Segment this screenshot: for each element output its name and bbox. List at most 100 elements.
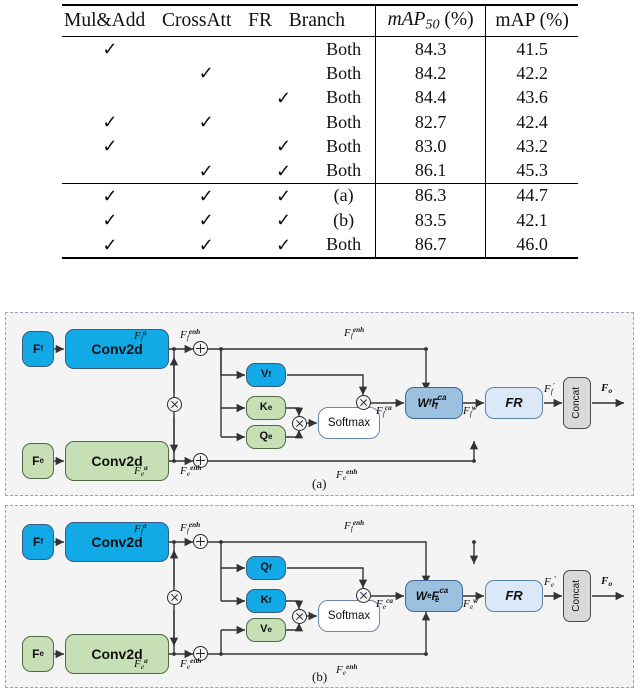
node-ff-sub: f xyxy=(40,536,43,546)
node-k-label: K xyxy=(260,594,269,607)
cell-map: 45.3 xyxy=(485,158,578,184)
label-fenh-top: Ffenh xyxy=(180,521,201,536)
node-ff-label: F xyxy=(32,341,41,356)
label-fenh-bot: Feenh xyxy=(180,657,202,672)
table-row: ✓ Both 84.4 43.6 xyxy=(62,85,578,110)
cell-mul-add: ✓ xyxy=(102,210,118,231)
header-branch: Branch xyxy=(288,10,346,31)
cell-crossatt: ✓ xyxy=(198,210,214,231)
label-fo: Fo xyxy=(601,382,613,396)
cell-mul-add: ✓ xyxy=(102,234,118,255)
cell-map: 41.5 xyxy=(485,37,578,62)
node-conv2d-bot: Conv2d xyxy=(65,441,169,481)
label-fenh-top-long: Ffenh xyxy=(344,326,365,341)
cell-fr: ✓ xyxy=(275,160,292,181)
header-fr: FR xyxy=(248,10,272,31)
node-fe-sub: e xyxy=(39,648,44,658)
label-fa-bot: Fea xyxy=(134,464,148,479)
node-q: Qe xyxy=(246,425,286,449)
header-map50-text: mAP xyxy=(387,8,426,30)
cell-mul-add: ✓ xyxy=(102,39,118,60)
op-multiply-fusion xyxy=(167,590,182,605)
cell-map: 46.0 xyxy=(485,232,578,258)
op-multiply-attn-v xyxy=(356,395,371,410)
label-fo: Fo xyxy=(601,575,613,589)
cell-map50: 83.0 xyxy=(374,134,486,159)
node-concat-label: Concat xyxy=(570,387,582,419)
node-k-sub: f xyxy=(268,595,272,605)
label-fw: Few xyxy=(463,597,478,612)
cell-mul-add xyxy=(62,86,158,110)
header-map50-sub: 50 xyxy=(425,16,440,33)
cell-branch: (b) xyxy=(333,209,355,230)
node-q: Qf xyxy=(246,556,286,580)
cell-map50: 84.4 xyxy=(374,85,486,110)
cell-map50: 84.3 xyxy=(374,37,486,62)
node-fe-label: F xyxy=(32,646,40,661)
node-conv2d-bot: Conv2d xyxy=(65,634,169,674)
node-fr: FR xyxy=(485,387,543,419)
node-weight-block: Wf Ff ca xyxy=(405,387,463,419)
label-fca: Feca xyxy=(376,597,393,612)
table-row: ✓ ✓ ✓ (b) 83.5 42.1 xyxy=(62,208,578,233)
label-fenh-top: Ffenh xyxy=(180,328,201,343)
op-multiply-attn-v xyxy=(356,588,371,603)
node-v: Vf xyxy=(246,363,286,387)
op-multiply-qk xyxy=(292,609,307,624)
cell-fr xyxy=(255,61,313,85)
header-map50: mAP50 (%) xyxy=(374,6,486,37)
table-row: ✓ Both 84.3 41.5 xyxy=(62,37,578,62)
label-fenh-top-long: Ffenh xyxy=(344,519,365,534)
header-mul-add: Mul&Add xyxy=(64,10,146,31)
node-ff: Ff xyxy=(22,524,54,560)
label-fenh-bot: Feenh xyxy=(180,464,202,479)
cell-branch: (a) xyxy=(333,185,354,206)
cell-fr: ✓ xyxy=(275,210,292,231)
label-fa-top: Ffa xyxy=(134,522,147,537)
node-q-label: Q xyxy=(259,430,269,443)
node-k: Kf xyxy=(246,589,286,613)
cell-fr: ✓ xyxy=(275,136,292,157)
table-row: ✓ ✓ Both 86.1 45.3 xyxy=(62,158,578,184)
cell-crossatt: ✓ xyxy=(198,234,214,255)
node-q-sub: e xyxy=(268,431,273,441)
label-fenh-bot-long: Feenh xyxy=(336,468,358,483)
diagram-panel-b: Ff Conv2d Fe Conv2d Qf Kf Ve Softmax WeF… xyxy=(5,505,634,688)
node-k-sub: e xyxy=(267,402,273,412)
cell-map: 42.1 xyxy=(485,208,578,233)
label-f-prime: Ff′ xyxy=(544,382,555,397)
cell-map: 43.2 xyxy=(485,134,578,159)
node-softmax: Softmax xyxy=(318,600,380,632)
cell-map50: 83.5 xyxy=(374,208,486,233)
node-v-sub: f xyxy=(268,369,271,379)
cell-branch: Both xyxy=(326,62,362,83)
label-fa-top: Ffa xyxy=(134,329,147,344)
op-multiply-fusion xyxy=(167,397,182,412)
node-v-label: V xyxy=(260,623,268,636)
label-fa-bot: Fea xyxy=(134,657,148,672)
node-q-label: Q xyxy=(260,561,269,574)
label-fw: Ffw xyxy=(463,404,477,419)
node-conv2d-top: Conv2d xyxy=(65,522,169,562)
label-f-prime: Fe′ xyxy=(544,575,557,590)
node-concat-label: Concat xyxy=(570,580,582,612)
node-v: Ve xyxy=(246,618,286,642)
diagram-b-canvas: Ff Conv2d Fe Conv2d Qf Kf Ve Softmax WeF… xyxy=(6,506,633,687)
node-concat: Concat xyxy=(563,377,591,429)
cell-fr: ✓ xyxy=(275,234,292,255)
node-softmax: Softmax xyxy=(318,407,380,439)
cell-map50: 86.3 xyxy=(374,183,486,209)
node-k: Ke xyxy=(246,396,286,420)
table-row: ✓ ✓ ✓ (a) 86.3 44.7 xyxy=(62,183,578,209)
op-add-top xyxy=(193,534,208,549)
cell-map50: 82.7 xyxy=(374,109,486,135)
cell-branch: Both xyxy=(326,111,362,132)
caption-b: (b) xyxy=(312,669,328,684)
node-ff: Ff xyxy=(22,331,54,367)
node-k-label: K xyxy=(259,401,268,414)
cell-branch: Both xyxy=(326,135,362,156)
cell-mul-add xyxy=(62,158,158,183)
cell-fr: ✓ xyxy=(275,87,292,108)
diagram-a-canvas: Ff Conv2d Fe Conv2d Vf Ke Qe Softmax WfF… xyxy=(6,313,633,495)
cell-branch: Both xyxy=(326,234,362,255)
